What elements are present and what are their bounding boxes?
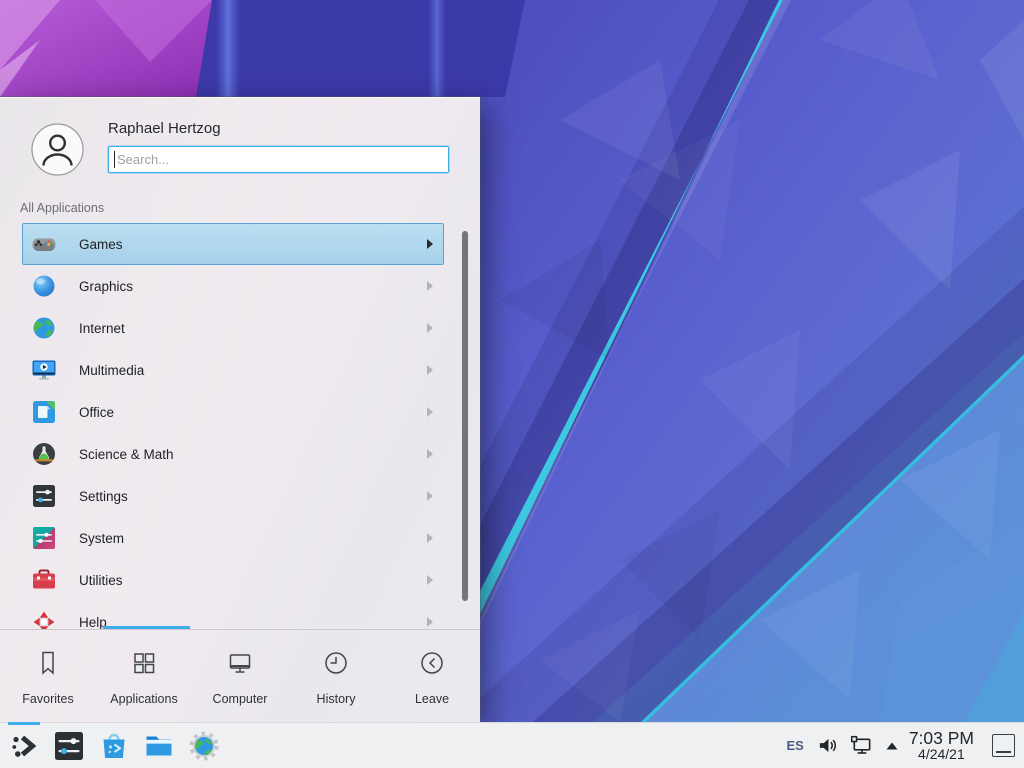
tab-favorites[interactable]: Favorites [0, 630, 96, 723]
menu-item-internet[interactable]: Internet [22, 307, 444, 349]
menu-item-games[interactable]: Games [22, 223, 444, 265]
network-icon[interactable] [850, 734, 873, 757]
submenu-arrow-icon [427, 281, 433, 291]
menu-item-label: Office [79, 405, 114, 420]
history-icon [322, 649, 350, 682]
submenu-arrow-icon [427, 617, 433, 627]
clock-time: 7:03 PM [909, 729, 974, 748]
user-name: Raphael Hertzog [108, 120, 221, 137]
discover-button[interactable] [98, 730, 130, 762]
taskbar-panel: ES 7:03 PM [0, 722, 1024, 768]
file-manager-button[interactable] [143, 730, 175, 762]
menu-item-label: Games [79, 237, 123, 252]
web-browser-button[interactable] [188, 730, 220, 762]
menu-item-multimedia[interactable]: Multimedia [22, 349, 444, 391]
menu-item-settings[interactable]: Settings [22, 475, 444, 517]
applications-icon [130, 649, 158, 682]
system-icon [31, 525, 57, 551]
computer-icon [226, 649, 254, 682]
section-label: All Applications [20, 201, 104, 215]
user-avatar[interactable] [31, 123, 84, 176]
tab-label: Applications [110, 692, 177, 706]
system-tray: ES 7:03 PM [786, 729, 1024, 763]
menu-item-label: Multimedia [79, 363, 144, 378]
leave-icon [418, 649, 446, 682]
scrollbar-thumb[interactable] [462, 231, 468, 601]
internet-icon [31, 315, 57, 341]
menu-item-label: Science & Math [79, 447, 174, 462]
tab-label: History [317, 692, 356, 706]
launcher-tabbar: Favorites Applications Computer [0, 630, 480, 723]
tab-label: Leave [415, 692, 449, 706]
tab-computer[interactable]: Computer [192, 630, 288, 723]
clock-date: 4/24/21 [909, 747, 974, 762]
active-tab-indicator [103, 626, 190, 629]
taskbar-apps [0, 730, 220, 762]
submenu-arrow-icon [427, 407, 433, 417]
tray-expand-icon[interactable] [885, 741, 899, 751]
tab-label: Computer [213, 692, 268, 706]
menu-item-label: System [79, 531, 124, 546]
menu-item-office[interactable]: Office [22, 391, 444, 433]
menu-item-utilities[interactable]: Utilities [22, 559, 444, 601]
science-math-icon [31, 441, 57, 467]
menu-item-label: Utilities [79, 573, 123, 588]
multimedia-icon [31, 357, 57, 383]
tab-history[interactable]: History [288, 630, 384, 723]
submenu-arrow-icon [427, 365, 433, 375]
submenu-arrow-icon [427, 575, 433, 585]
favorites-icon [34, 649, 62, 682]
search-input[interactable] [108, 146, 449, 173]
desktop: Raphael Hertzog All Applications Games [0, 0, 1024, 768]
show-desktop-button[interactable] [992, 734, 1015, 757]
menu-item-help[interactable]: Help [22, 601, 444, 629]
submenu-arrow-icon [427, 491, 433, 501]
help-icon [31, 609, 57, 629]
tab-leave[interactable]: Leave [384, 630, 480, 723]
menu-item-label: Internet [79, 321, 125, 336]
category-list: Games Graphics [0, 223, 480, 629]
digital-clock[interactable]: 7:03 PM 4/24/21 [909, 729, 974, 763]
utilities-icon [31, 567, 57, 593]
menu-item-label: Graphics [79, 279, 133, 294]
menu-item-label: Settings [79, 489, 128, 504]
submenu-arrow-icon [427, 533, 433, 543]
tab-label: Favorites [22, 692, 73, 706]
submenu-arrow-icon [427, 449, 433, 459]
volume-icon[interactable] [817, 735, 838, 756]
menu-item-graphics[interactable]: Graphics [22, 265, 444, 307]
active-task-indicator [8, 722, 40, 725]
submenu-arrow-icon [427, 323, 433, 333]
menu-item-system[interactable]: System [22, 517, 444, 559]
office-icon [31, 399, 57, 425]
application-launcher-button[interactable] [8, 730, 40, 762]
settings-icon [31, 483, 57, 509]
games-icon [31, 231, 57, 257]
menu-item-science-math[interactable]: Science & Math [22, 433, 444, 475]
tab-applications[interactable]: Applications [96, 630, 192, 723]
application-launcher-popup: Raphael Hertzog All Applications Games [0, 97, 480, 722]
graphics-icon [31, 273, 57, 299]
keyboard-layout-indicator[interactable]: ES [786, 738, 803, 753]
submenu-arrow-icon [427, 239, 433, 249]
system-settings-button[interactable] [53, 730, 85, 762]
text-cursor [114, 151, 115, 168]
